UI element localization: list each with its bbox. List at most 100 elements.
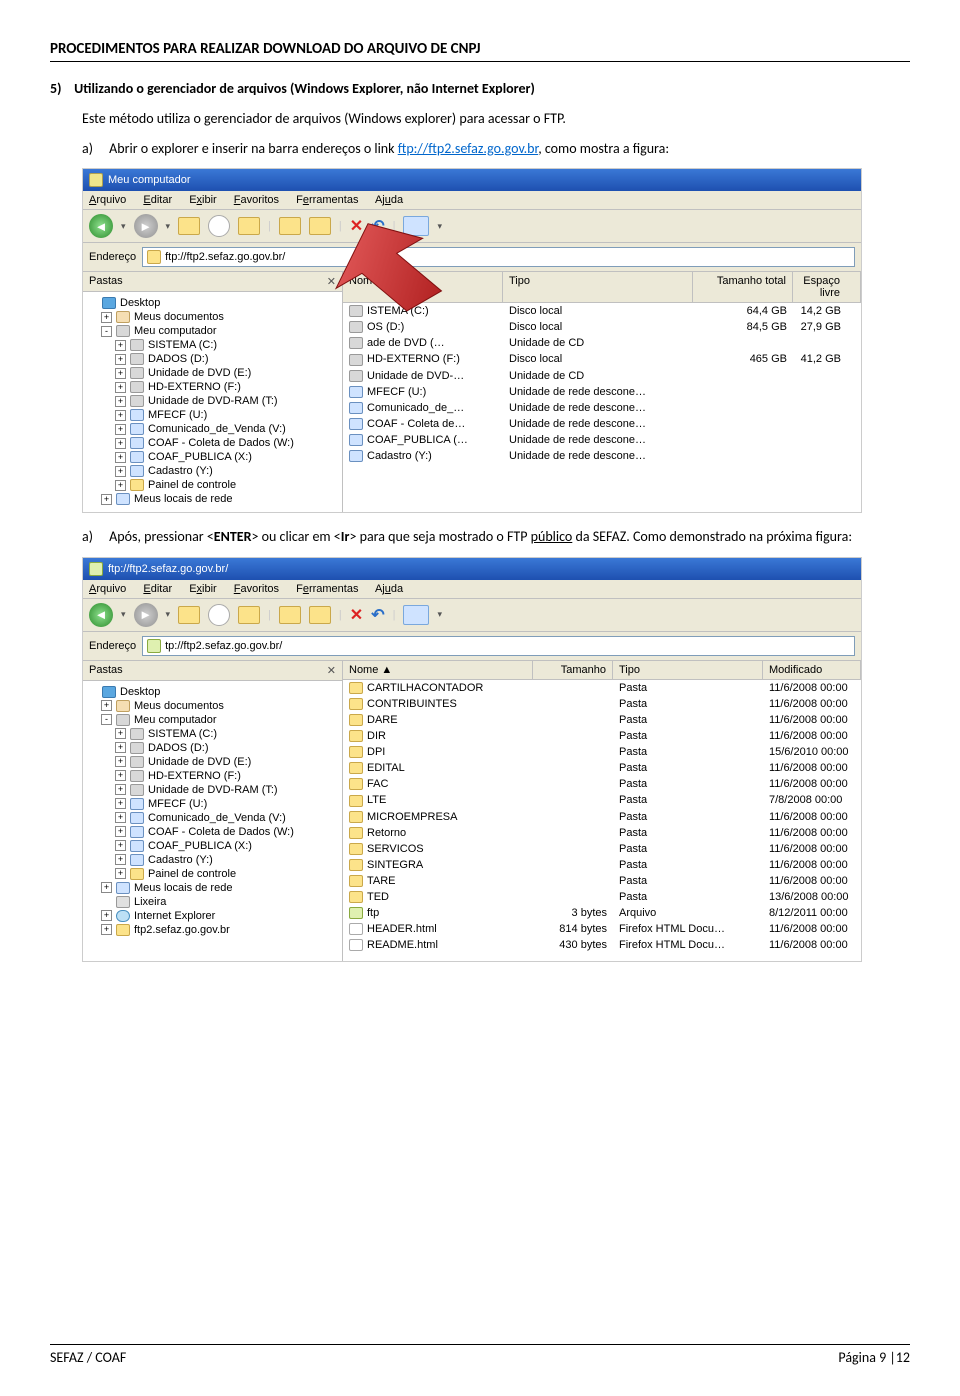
- expand-icon[interactable]: +: [115, 728, 126, 739]
- views-icon[interactable]: [403, 216, 429, 236]
- search-icon[interactable]: [208, 604, 230, 626]
- tree-item[interactable]: +HD-EXTERNO (F:): [87, 769, 338, 783]
- list-row[interactable]: Unidade de DVD-…Unidade de CD: [343, 368, 861, 384]
- col-name[interactable]: Nome ▲: [343, 661, 533, 679]
- tree-item[interactable]: +Meus locais de rede: [87, 492, 338, 506]
- tree-item[interactable]: +Painel de controle: [87, 867, 338, 881]
- expand-icon[interactable]: +: [101, 924, 112, 935]
- expand-icon[interactable]: +: [101, 910, 112, 921]
- list-row[interactable]: MFECF (U:)Unidade de rede descone…: [343, 384, 861, 400]
- back-button[interactable]: ◄: [89, 603, 113, 627]
- views-icon[interactable]: [403, 605, 429, 625]
- expand-icon[interactable]: +: [101, 700, 112, 711]
- list-row[interactable]: TEDPasta13/6/2008 00:00: [343, 889, 861, 905]
- menu-ferramentas[interactable]: Ferramentas: [296, 194, 358, 206]
- expand-icon[interactable]: +: [115, 798, 126, 809]
- tree-item[interactable]: +MFECF (U:): [87, 797, 338, 811]
- expand-icon[interactable]: +: [101, 882, 112, 893]
- tree-item[interactable]: +Internet Explorer: [87, 909, 338, 923]
- tree-item[interactable]: +COAF - Coleta de Dados (W:): [87, 825, 338, 839]
- expand-icon[interactable]: +: [115, 466, 126, 477]
- views-dropdown-icon[interactable]: ▾: [437, 221, 442, 232]
- list-row[interactable]: SINTEGRAPasta11/6/2008 00:00: [343, 857, 861, 873]
- expand-icon[interactable]: +: [115, 424, 126, 435]
- expand-icon[interactable]: +: [115, 826, 126, 837]
- expand-icon[interactable]: +: [115, 868, 126, 879]
- list-row[interactable]: CARTILHACONTADORPasta11/6/2008 00:00: [343, 680, 861, 696]
- list-row[interactable]: HD-EXTERNO (F:)Disco local465 GB41,2 GB: [343, 351, 861, 367]
- expand-icon[interactable]: +: [101, 494, 112, 505]
- fwd-dropdown-icon[interactable]: ▾: [166, 609, 171, 620]
- expand-icon[interactable]: +: [101, 312, 112, 323]
- menu-exibir[interactable]: Exibir: [189, 583, 217, 595]
- copy-icon[interactable]: [309, 606, 331, 624]
- tree-item[interactable]: +MFECF (U:): [87, 408, 338, 422]
- expand-icon[interactable]: +: [115, 452, 126, 463]
- menu-favoritos[interactable]: Favoritos: [234, 194, 279, 206]
- col-type[interactable]: Tipo: [613, 661, 763, 679]
- list-row[interactable]: Comunicado_de_…Unidade de rede descone…: [343, 400, 861, 416]
- back-dropdown-icon[interactable]: ▾: [121, 609, 126, 620]
- tree-item[interactable]: +COAF_PUBLICA (X:): [87, 450, 338, 464]
- ftp-link[interactable]: ftp://ftp2.sefaz.go.gov.br: [398, 140, 539, 157]
- tree-item[interactable]: +COAF - Coleta de Dados (W:): [87, 436, 338, 450]
- tree-item[interactable]: Desktop: [87, 685, 338, 699]
- menu-arquivo[interactable]: AArquivorquivo: [89, 194, 126, 206]
- menu-editar[interactable]: Editar: [143, 194, 172, 206]
- expand-icon[interactable]: +: [115, 480, 126, 491]
- menu-favoritos[interactable]: Favoritos: [234, 583, 279, 595]
- expand-icon[interactable]: +: [115, 854, 126, 865]
- tree-item[interactable]: +Unidade de DVD (E:): [87, 366, 338, 380]
- list-row[interactable]: COAF - Coleta de…Unidade de rede descone…: [343, 416, 861, 432]
- tree-item[interactable]: Lixeira: [87, 895, 338, 909]
- tree-item[interactable]: +Meus documentos: [87, 310, 338, 324]
- tree-item[interactable]: +Cadastro (Y:): [87, 853, 338, 867]
- forward-button[interactable]: ►: [134, 214, 158, 238]
- back-dropdown-icon[interactable]: ▾: [121, 221, 126, 232]
- tree-item[interactable]: +Unidade de DVD (E:): [87, 755, 338, 769]
- tree-item[interactable]: +COAF_PUBLICA (X:): [87, 839, 338, 853]
- list-row[interactable]: CONTRIBUINTESPasta11/6/2008 00:00: [343, 696, 861, 712]
- expand-icon[interactable]: +: [115, 410, 126, 421]
- expand-icon[interactable]: +: [115, 396, 126, 407]
- tree-item[interactable]: +SISTEMA (C:): [87, 727, 338, 741]
- menu-editar[interactable]: Editar: [143, 583, 172, 595]
- col-name[interactable]: Nome ▲: [343, 272, 503, 302]
- col-modified[interactable]: Modificado: [763, 661, 861, 679]
- tree-item[interactable]: +DADOS (D:): [87, 352, 338, 366]
- list-row[interactable]: TAREPasta11/6/2008 00:00: [343, 873, 861, 889]
- delete-icon[interactable]: ✕: [350, 605, 363, 625]
- menu-ajuda[interactable]: Ajuda: [375, 583, 403, 595]
- address-field[interactable]: ftp://ftp2.sefaz.go.gov.br/: [142, 247, 855, 267]
- list-row[interactable]: EDITALPasta11/6/2008 00:00: [343, 760, 861, 776]
- tree-item[interactable]: Desktop: [87, 296, 338, 310]
- tree-item[interactable]: -Meu computador: [87, 324, 338, 338]
- tree-item[interactable]: +Cadastro (Y:): [87, 464, 338, 478]
- expand-icon[interactable]: -: [101, 714, 112, 725]
- folders-icon[interactable]: [238, 606, 260, 624]
- move-icon[interactable]: [279, 606, 301, 624]
- tree-item[interactable]: +Meus documentos: [87, 699, 338, 713]
- list-row[interactable]: SERVICOSPasta11/6/2008 00:00: [343, 841, 861, 857]
- tree-item[interactable]: +Unidade de DVD-RAM (T:): [87, 783, 338, 797]
- tree-item[interactable]: +Unidade de DVD-RAM (T:): [87, 394, 338, 408]
- folders-icon[interactable]: [238, 217, 260, 235]
- forward-button[interactable]: ►: [134, 603, 158, 627]
- expand-icon[interactable]: +: [115, 340, 126, 351]
- list-row[interactable]: README.html430 bytesFirefox HTML Docu…11…: [343, 937, 861, 953]
- copy-icon[interactable]: [309, 217, 331, 235]
- expand-icon[interactable]: +: [115, 756, 126, 767]
- tree-item[interactable]: +Comunicado_de_Venda (V:): [87, 422, 338, 436]
- undo-icon[interactable]: ↶: [371, 605, 384, 625]
- list-row[interactable]: RetornoPasta11/6/2008 00:00: [343, 825, 861, 841]
- expand-icon[interactable]: +: [115, 354, 126, 365]
- col-type[interactable]: Tipo: [503, 272, 693, 302]
- expand-icon[interactable]: -: [101, 326, 112, 337]
- list-row[interactable]: LTEPasta7/8/2008 00:00: [343, 792, 861, 808]
- menu-ferramentas[interactable]: Ferramentas: [296, 583, 358, 595]
- tree-item[interactable]: +Comunicado_de_Venda (V:): [87, 811, 338, 825]
- list-row[interactable]: DAREPasta11/6/2008 00:00: [343, 712, 861, 728]
- up-folder-icon[interactable]: [178, 606, 200, 624]
- list-row[interactable]: FACPasta11/6/2008 00:00: [343, 776, 861, 792]
- move-icon[interactable]: [279, 217, 301, 235]
